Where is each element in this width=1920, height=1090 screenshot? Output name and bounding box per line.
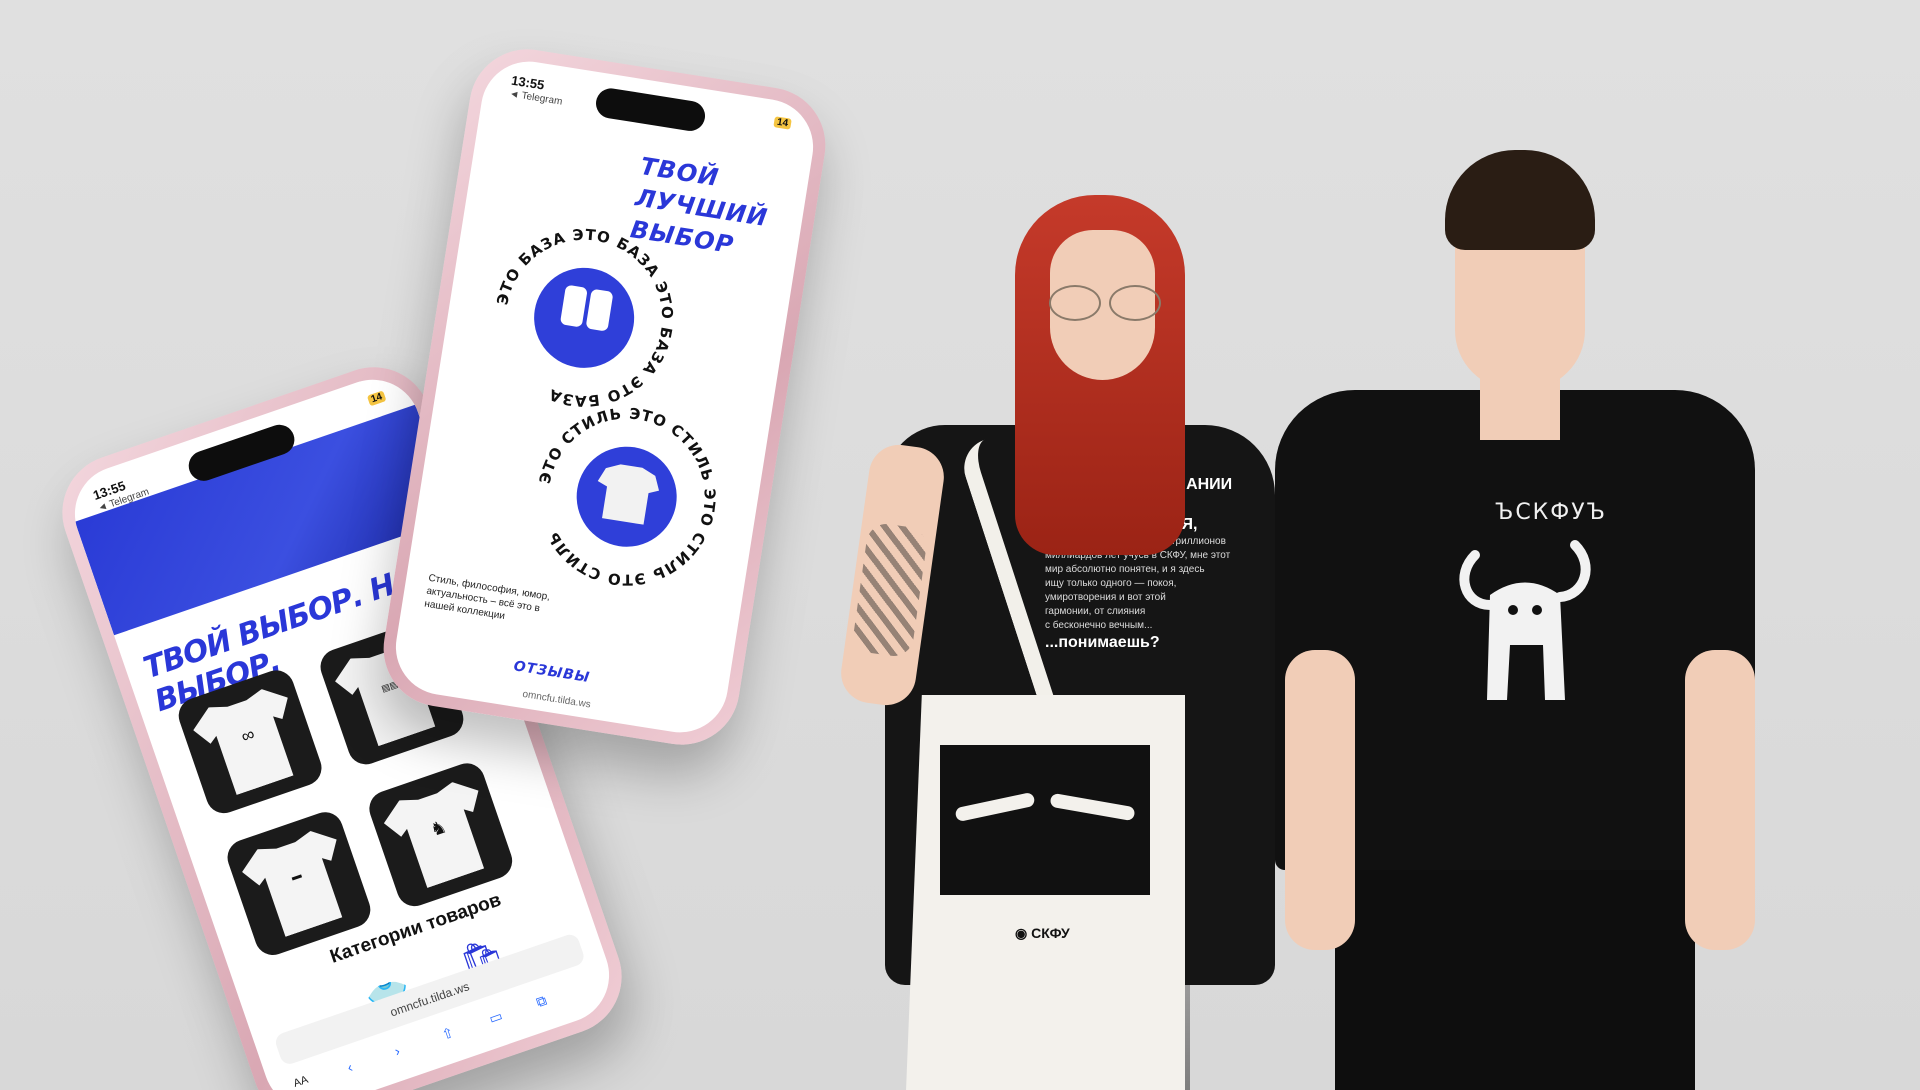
tshirt-icon — [597, 464, 660, 525]
battery-icon: 14 — [773, 116, 792, 130]
shirt-print-line: умиротворения и вот этой — [1045, 592, 1166, 603]
status-bar: 13:55 ◄ Telegram 14 — [508, 73, 792, 137]
phone-hero-screen: 13:55 ◄ Telegram 14 ТВОЙ ЛУЧШИЙ ВЫБОР ЭТ… — [389, 54, 820, 740]
shirt-print-line: гармонии, от слияния — [1045, 606, 1146, 617]
svg-text:ЭТО БАЗА ЭТО БАЗА ЭТО БАЗА ЭТО: ЭТО БАЗА ЭТО БАЗА ЭТО БАЗА ЭТО БАЗА — [479, 212, 690, 423]
product-tile[interactable]: ▬ — [222, 807, 376, 960]
bookmarks-icon[interactable]: ▭ — [487, 1007, 505, 1027]
cat-print-icon — [1459, 540, 1591, 700]
collection-description: Стиль, философия, юмор, актуальность – в… — [423, 572, 551, 623]
tabs-icon[interactable]: ⧉ — [534, 992, 549, 1011]
shirt-print-line: мир абсолютно понятен, и я здесь — [1045, 564, 1205, 575]
text-size-button[interactable]: AA — [292, 1074, 310, 1090]
phone-case-icon — [560, 285, 587, 327]
share-icon[interactable]: ⇧ — [440, 1024, 457, 1044]
model-girl: Я В СВОЕМ ПОЗНАНИИ НАСТОЛЬКО ПРЕИСПОЛНИЛ… — [837, 155, 1275, 1090]
shirt-print-label: ЪСКФУЪ — [1495, 500, 1607, 525]
right-arm — [1685, 650, 1755, 950]
reviews-link[interactable]: ОТЗЫВЫ — [513, 658, 592, 686]
creation-hands-graphic — [954, 790, 1136, 840]
phone-case-icon — [586, 289, 613, 331]
phone-hero: 13:55 ◄ Telegram 14 ТВОЙ ЛУЧШИЙ ВЫБОР ЭТ… — [375, 41, 834, 753]
badge-style-ring: ЭТО СТИЛЬ ЭТО СТИЛЬ ЭТО СТИЛЬ ЭТО СТИЛЬ — [521, 391, 732, 602]
badge-style: ЭТО СТИЛЬ ЭТО СТИЛЬ ЭТО СТИЛЬ ЭТО СТИЛЬ — [518, 388, 735, 605]
shirt-print-line: ищу только одного — покоя, — [1045, 578, 1177, 589]
model-guy: ЪСКФУЪ — [1245, 150, 1785, 1090]
back-arrow-icon[interactable]: ‹ — [345, 1059, 355, 1076]
photo-scene: 13:55 ◄ Telegram 14 ТВОЙ ВЫБОР. НАШ ВЫБО… — [0, 0, 1920, 1090]
shirt-print-line: с бесконечно вечным... — [1045, 620, 1153, 631]
glasses-icon — [1045, 285, 1163, 321]
forward-arrow-icon[interactable]: › — [392, 1042, 402, 1059]
badge-base-text: ЭТО БАЗА ЭТО БАЗА ЭТО БАЗА ЭТО БАЗА — [479, 212, 690, 423]
dark-hair — [1445, 150, 1595, 250]
left-arm — [1285, 650, 1355, 950]
tote-logo: ◉ СКФУ — [1015, 925, 1070, 941]
product-tile[interactable]: ♞ — [364, 758, 518, 912]
black-pants — [1335, 870, 1695, 1090]
tote-logo-text: СКФУ — [1031, 925, 1070, 941]
battery-icon: 14 — [366, 390, 387, 407]
